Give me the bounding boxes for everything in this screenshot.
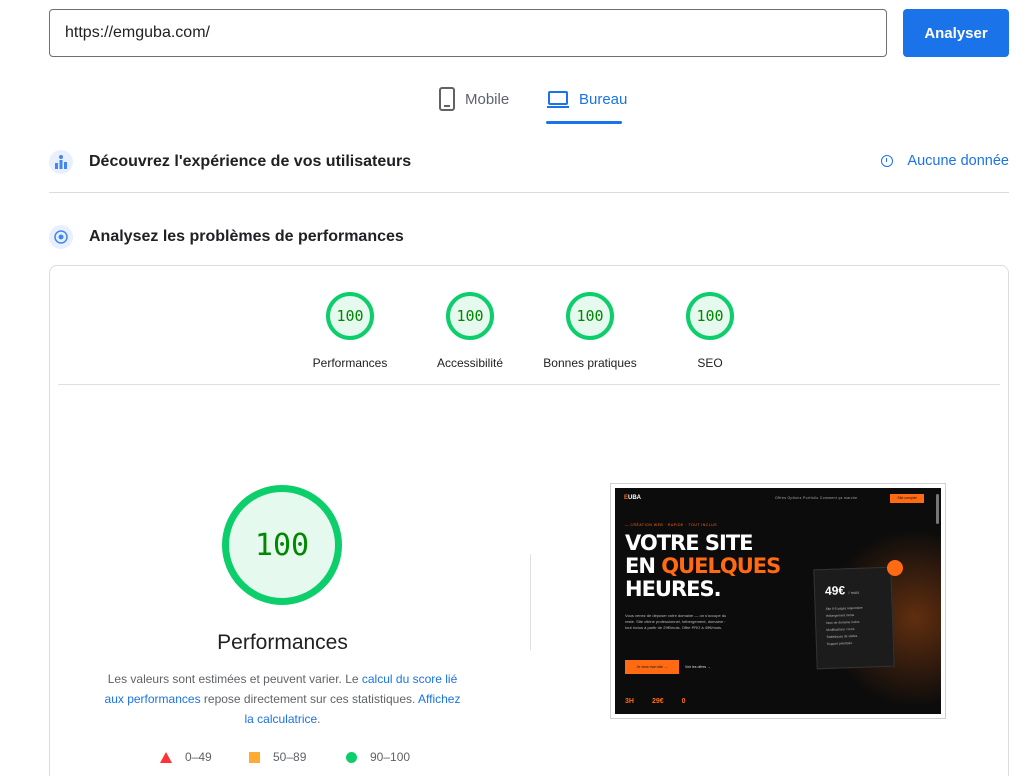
preview-hero-line1: VOTRE SITE	[625, 531, 754, 555]
preview-nav: Offres Options Portfolio Comment ça marc…	[775, 496, 858, 500]
no-data-link[interactable]: Aucune donnée	[881, 153, 1009, 169]
site-preview: EUBA Offres Options Portfolio Comment ça…	[615, 488, 941, 714]
preview-stat-3: 0	[681, 698, 686, 705]
gauge-accessibility[interactable]: 100 Accessibilité	[420, 292, 520, 370]
legend-fail: 0–49	[160, 750, 212, 764]
preview-hero-line3: HEURES.	[625, 577, 722, 601]
desc-text-2: repose directement sur ces statistiques.	[200, 692, 418, 706]
legend-pass: 90–100	[346, 750, 410, 764]
analyze-button[interactable]: Analyser	[903, 9, 1009, 57]
users-icon	[49, 150, 73, 174]
desc-text-1: Les valeurs sont estimées et peuvent var…	[107, 672, 362, 686]
diagnose-icon	[49, 225, 73, 249]
lab-data-header: Analysez les problèmes de performances	[49, 223, 1009, 251]
preview-badge-icon	[887, 560, 903, 576]
gauge-accessibility-label: Accessibilité	[436, 356, 504, 370]
gauge-seo-label: SEO	[697, 356, 723, 370]
preview-kicker: — CRÉATION WEB · RAPIDE · TOUT INCLUS	[625, 523, 718, 527]
preview-logo: EUBA	[624, 495, 641, 501]
info-icon	[881, 155, 894, 167]
preview-hero-title: VOTRE SITE EN QUELQUES HEURES.	[625, 531, 781, 601]
no-data-label: Aucune donnée	[907, 153, 1009, 169]
gauge-performance-label: Performances	[312, 356, 388, 370]
legend-fail-label: 0–49	[185, 750, 212, 764]
legend-pass-label: 90–100	[370, 750, 411, 764]
preview-features: Site 8-5 pages responsive Hébergement in…	[826, 605, 864, 648]
laptop-icon	[546, 86, 570, 116]
preview-hero-line2b: QUELQUES	[661, 554, 781, 578]
report-card: 100 Performances 100 Accessibilité 100 B…	[49, 265, 1009, 776]
preview-feature: Support prioritaire	[826, 641, 853, 646]
gauge-seo-score: 100	[686, 292, 734, 340]
preview-stat-1: 3H	[625, 698, 634, 705]
preview-price-unit: / mois	[848, 589, 860, 596]
gauge-accessibility-score: 100	[446, 292, 494, 340]
preview-price-value: 49€	[824, 583, 846, 598]
pass-circle-icon	[346, 751, 357, 763]
tab-desktop-label: Bureau	[579, 91, 628, 108]
average-square-icon	[249, 751, 260, 763]
lab-data-title: Analysez les problèmes de performances	[89, 228, 404, 245]
desc-text-3: .	[317, 712, 321, 726]
preview-offers-link: Voir les offres →	[685, 665, 711, 669]
preview-hero-line2: EN QUELQUES	[625, 554, 781, 578]
gauge-performance[interactable]: 100 Performances	[300, 292, 400, 370]
tab-mobile[interactable]: Mobile	[438, 86, 509, 124]
score-description: Les valeurs sont estimées et peuvent var…	[100, 669, 465, 729]
preview-logo-suffix: UBA	[628, 495, 642, 501]
url-input[interactable]	[49, 9, 887, 57]
fail-triangle-icon	[160, 751, 172, 763]
preview-stat-2: 29€	[651, 698, 664, 705]
tab-desktop[interactable]: Bureau	[546, 86, 627, 124]
final-screenshot[interactable]: EUBA Offres Options Portfolio Comment ça…	[610, 483, 946, 719]
legend-average-label: 50–89	[273, 750, 307, 764]
main-performance-title: Performances	[217, 631, 348, 654]
preview-hero-line2a: EN	[625, 554, 662, 578]
preview-stats: 3H 29€ 0	[625, 698, 686, 705]
preview-price-card: 49€ / mois Site 8-5 pages responsive Héb…	[813, 566, 895, 670]
preview-scrollbar	[936, 494, 939, 524]
gauge-performance-score: 100	[326, 292, 374, 340]
gauges-divider	[58, 384, 1000, 385]
gauge-best-practices-label: Bonnes pratiques	[543, 356, 637, 370]
main-performance-gauge: 100	[222, 485, 342, 605]
preview-top-cta: Site complet	[890, 494, 924, 503]
gauge-best-practices-score: 100	[566, 292, 614, 340]
section-divider	[49, 192, 1009, 193]
field-data-header: Découvrez l'expérience de vos utilisateu…	[49, 148, 1009, 176]
vertical-divider	[530, 554, 531, 650]
field-data-title: Découvrez l'expérience de vos utilisateu…	[89, 153, 412, 170]
tab-mobile-label: Mobile	[465, 91, 510, 108]
active-tab-indicator	[546, 121, 622, 124]
legend-average: 50–89	[249, 750, 306, 764]
gauge-best-practices[interactable]: 100 Bonnes pratiques	[540, 292, 640, 370]
preview-price: 49€ / mois	[825, 583, 860, 598]
preview-cta-button: Je veux mon site →	[625, 660, 679, 674]
preview-paragraph: Vous venez de déposer votre domaine — on…	[625, 613, 727, 630]
gauge-seo[interactable]: 100 SEO	[660, 292, 760, 370]
phone-icon	[438, 86, 456, 116]
